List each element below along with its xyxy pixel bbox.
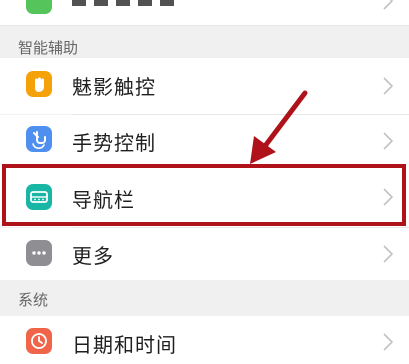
- annotation-arrow-icon: [250, 90, 308, 164]
